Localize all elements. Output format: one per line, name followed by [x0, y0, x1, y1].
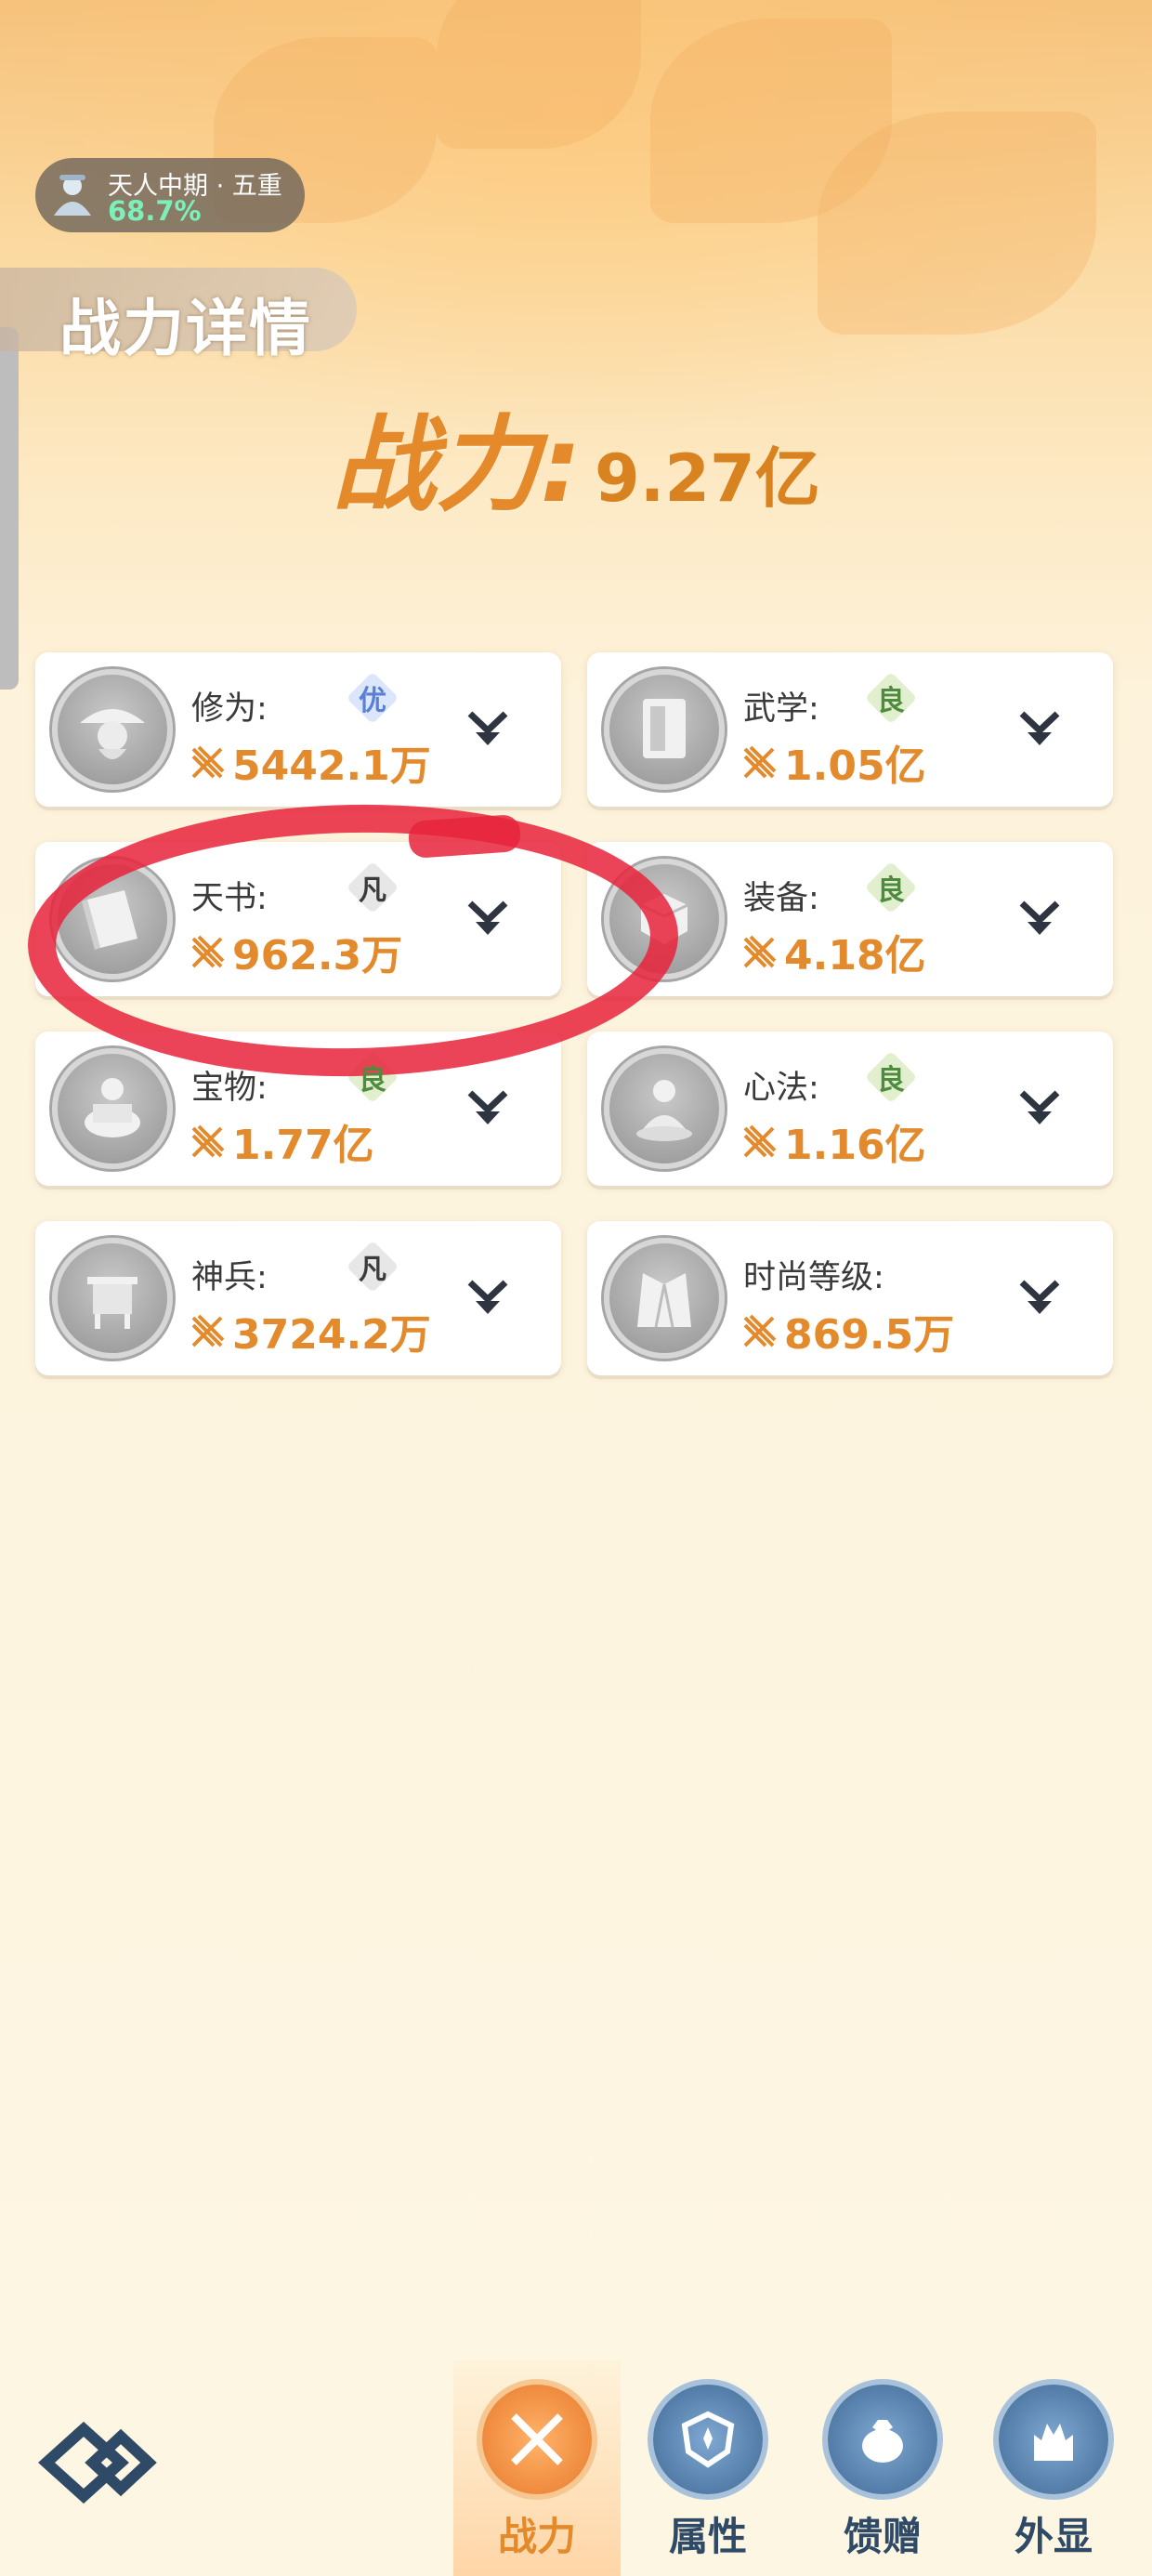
tab-attributes[interactable]: 属性: [643, 2385, 773, 2570]
tab-label: 战力: [497, 2514, 576, 2559]
sage-hat-icon: [52, 669, 173, 790]
card-label: 心法:: [743, 1070, 819, 1107]
realm-progress: 68.7%: [108, 195, 202, 227]
expand-chevron-icon[interactable]: [1015, 1084, 1065, 1134]
quality-badge: 良: [866, 677, 916, 719]
shield-icon: [653, 2385, 763, 2494]
crossed-swords-icon: [482, 2385, 592, 2494]
quality-badge: 凡: [347, 1245, 398, 1288]
treasure-pot-icon: [52, 1048, 173, 1169]
tab-gift[interactable]: 馈赠: [818, 2385, 948, 2570]
card-fashion-level[interactable]: 时尚等级: 869.5万: [587, 1221, 1113, 1375]
power-icon: [191, 745, 225, 779]
card-value: 869.5万: [784, 1311, 955, 1359]
card-divine-weapon[interactable]: 神兵: 凡 3724.2万: [35, 1221, 561, 1375]
castle-icon: [999, 2385, 1108, 2494]
tab-label: 属性: [668, 2514, 747, 2559]
power-icon: [191, 1124, 225, 1158]
quality-badge: 良: [866, 866, 916, 909]
expand-chevron-icon[interactable]: [1015, 704, 1065, 755]
power-value: 9.27亿: [595, 440, 820, 517]
card-value: 1.05亿: [784, 743, 926, 790]
power-icon: [743, 745, 777, 779]
tab-power[interactable]: 战力: [472, 2385, 602, 2570]
annotation-stroke: [407, 813, 522, 860]
quality-badge: 良: [866, 1056, 916, 1098]
expand-chevron-icon[interactable]: [1015, 1273, 1065, 1323]
expand-chevron-icon[interactable]: [463, 1084, 513, 1134]
expand-chevron-icon[interactable]: [463, 1273, 513, 1323]
card-label: 武学:: [743, 690, 819, 728]
fashion-robe-icon: [604, 1238, 725, 1359]
power-icon: [743, 1314, 777, 1347]
page-title: 战力详情: [59, 293, 312, 364]
power-label: 战力:: [332, 405, 583, 526]
card-label: 时尚等级:: [743, 1259, 884, 1296]
realm-badge[interactable]: 天人中期 · 五重 68.7%: [35, 158, 305, 232]
expand-chevron-icon[interactable]: [1015, 894, 1065, 944]
tab-appearance[interactable]: 外显: [988, 2385, 1119, 2570]
gift-bag-icon: [828, 2385, 937, 2494]
cultivator-avatar-icon: [43, 165, 102, 225]
card-value: 3724.2万: [232, 1311, 431, 1359]
card-label: 装备:: [743, 880, 819, 917]
expand-chevron-icon[interactable]: [463, 704, 513, 755]
quality-badge: 优: [347, 677, 398, 719]
card-martial-arts[interactable]: 武学: 良 1.05亿: [587, 652, 1113, 807]
power-icon: [743, 1124, 777, 1158]
card-label: 神兵:: [191, 1259, 268, 1296]
card-value: 1.77亿: [232, 1122, 374, 1169]
card-mind-method[interactable]: 心法: 良 1.16亿: [587, 1032, 1113, 1186]
meditating-figure-icon: [604, 1048, 725, 1169]
tab-label: 馈赠: [843, 2514, 922, 2559]
divine-cauldron-icon: [52, 1238, 173, 1359]
page-title-banner: 战力详情: [0, 268, 357, 364]
card-value: 1.16亿: [784, 1122, 926, 1169]
card-value: 5442.1万: [232, 743, 431, 790]
card-cultivation[interactable]: 修为: 优 5442.1万: [35, 652, 561, 807]
tab-label: 外显: [1014, 2514, 1093, 2559]
power-icon: [191, 1314, 225, 1347]
card-value: 4.18亿: [784, 932, 926, 979]
power-icon: [743, 935, 777, 968]
total-power: 战力: 9.27亿: [0, 381, 1152, 526]
game-logo-icon[interactable]: [37, 2416, 158, 2509]
card-label: 修为:: [191, 690, 268, 728]
manual-book-icon: [604, 669, 725, 790]
